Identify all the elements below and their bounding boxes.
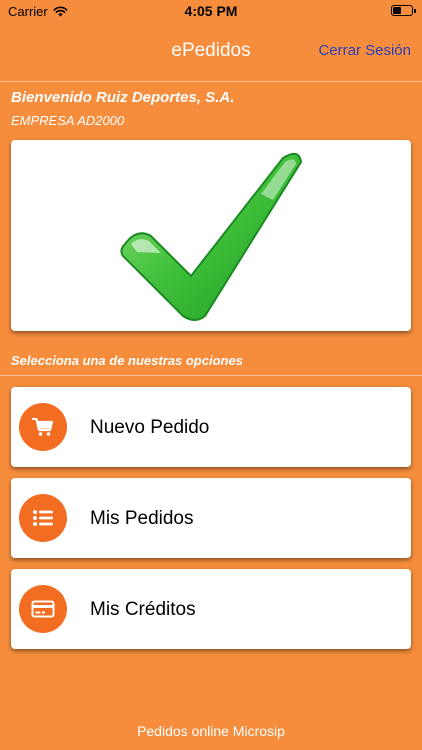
checkmark-icon [120,152,303,321]
my-orders-button[interactable]: Mis Pedidos [11,478,411,558]
new-order-button[interactable]: Nuevo Pedido [11,387,411,467]
clock: 4:05 PM [184,3,238,19]
cart-icon [31,417,54,436]
credit-card-icon [31,600,55,618]
cart-icon-badge [19,403,67,451]
my-orders-label: Mis Pedidos [90,508,194,529]
logout-button[interactable]: Cerrar Sesión [318,42,411,59]
list-icon [33,510,53,526]
company-name: EMPRESA AD2000 [11,113,125,128]
my-credits-label: Mis Créditos [90,599,196,620]
welcome-message: Bienvenido Ruiz Deportes, S.A. [11,89,235,106]
options-heading: Selecciona una de nuestras opciones [11,353,243,368]
new-order-label: Nuevo Pedido [90,417,210,438]
footer-text: Pedidos online Microsip [137,723,285,739]
nav-bar: ePedidos Cerrar Sesión [0,22,422,82]
credit-card-icon-badge [19,585,67,633]
my-credits-button[interactable]: Mis Créditos [11,569,411,649]
status-bar: Carrier 4:05 PM [0,0,422,22]
section-divider [0,375,422,376]
list-icon-badge [19,494,67,542]
hero-card [11,140,411,331]
battery-icon [391,5,416,16]
